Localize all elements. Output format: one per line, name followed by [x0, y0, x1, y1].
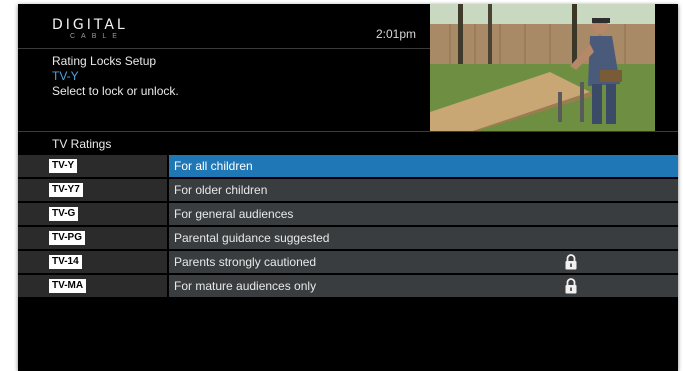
rating-description-cell: Parents strongly cautioned: [169, 251, 678, 273]
rating-row-tv-ma[interactable]: TV-MA For mature audiences only: [18, 275, 678, 297]
rating-badge: TV-G: [49, 207, 79, 221]
rating-description-cell: Parental guidance suggested: [169, 227, 678, 249]
section-divider: [18, 131, 678, 132]
header-divider: [18, 48, 430, 49]
rating-description: For mature audiences only: [174, 279, 317, 293]
rating-code-cell: TV-MA: [18, 275, 167, 297]
rating-code-cell: TV-Y7: [18, 179, 167, 201]
rating-code-cell: TV-G: [18, 203, 167, 225]
clock-time: 2:01pm: [376, 27, 417, 41]
lock-icon: [565, 278, 577, 294]
rating-description-cell: For older children: [169, 179, 678, 201]
rating-code-cell: TV-PG: [18, 227, 167, 249]
ratings-list: TV-Y For all children TV-Y7 For older ch…: [18, 155, 678, 299]
rating-badge: TV-Y7: [49, 183, 83, 197]
rating-row-tv-pg[interactable]: TV-PG Parental guidance suggested: [18, 227, 678, 249]
rating-badge: TV-Y: [49, 159, 78, 173]
instruction-text: Select to lock or unlock.: [52, 84, 179, 98]
lock-icon: [565, 254, 577, 270]
rating-code-cell: TV-Y: [18, 155, 167, 177]
rating-row-tv-14[interactable]: TV-14 Parents strongly cautioned: [18, 251, 678, 273]
rating-row-tv-y7[interactable]: TV-Y7 For older children: [18, 179, 678, 201]
rating-description-cell: For mature audiences only: [169, 275, 678, 297]
logo-main-text: DIGITAL: [52, 17, 128, 33]
rating-badge: TV-PG: [49, 231, 86, 245]
rating-badge: TV-14: [49, 255, 82, 269]
rating-description: Parents strongly cautioned: [174, 255, 317, 269]
rating-badge: TV-MA: [49, 279, 87, 293]
setup-info: Rating Locks Setup TV-Y Select to lock o…: [52, 54, 179, 99]
current-rating-label: TV-Y: [52, 69, 79, 83]
live-video-preview: [430, 4, 655, 132]
tv-screen: DIGITAL CABLE 2:01pm Rating Locks Setup …: [18, 4, 678, 371]
rating-row-tv-y[interactable]: TV-Y For all children: [18, 155, 678, 177]
digital-cable-logo: DIGITAL CABLE: [52, 18, 132, 40]
rating-description: For general audiences: [174, 207, 294, 221]
rating-description: For all children: [174, 159, 253, 173]
logo-sub-text: CABLE: [70, 33, 123, 40]
rating-row-tv-g[interactable]: TV-G For general audiences: [18, 203, 678, 225]
rating-code-cell: TV-14: [18, 251, 167, 273]
rating-description-cell: For general audiences: [169, 203, 678, 225]
rating-description: Parental guidance suggested: [174, 231, 330, 245]
page-title: Rating Locks Setup: [52, 54, 157, 68]
section-title: TV Ratings: [52, 137, 112, 151]
rating-description: For older children: [174, 183, 268, 197]
rating-description-cell: For all children: [169, 155, 678, 177]
